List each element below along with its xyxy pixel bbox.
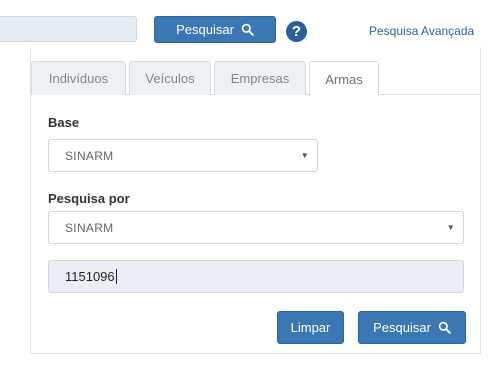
top-search-field[interactable]: [0, 16, 137, 42]
tab-armas-label: Armas: [325, 71, 363, 87]
tab-empresas-label: Empresas: [230, 71, 290, 86]
clear-button-label: Limpar: [290, 320, 331, 335]
top-search-button[interactable]: Pesquisar: [154, 16, 276, 43]
search-icon: [241, 23, 254, 36]
clear-button[interactable]: Limpar: [277, 311, 344, 344]
search-button-label: Pesquisar: [373, 320, 431, 335]
chevron-down-icon: ▼: [446, 223, 455, 232]
search-by-select-value: SINARM: [65, 220, 114, 235]
search-by-select[interactable]: SINARM ▼: [48, 211, 464, 244]
search-by-label: Pesquisa por: [48, 191, 130, 206]
text-caret: [115, 269, 117, 284]
base-label: Base: [48, 115, 80, 130]
search-icon: [438, 321, 451, 334]
tab-veiculos-label: Veículos: [145, 71, 195, 86]
query-input[interactable]: 1151096: [48, 260, 464, 293]
base-select[interactable]: SINARM ▼: [48, 139, 318, 172]
top-search-button-label: Pesquisar: [176, 22, 234, 37]
tab-individuos-label: Indivíduos: [48, 71, 109, 86]
search-button[interactable]: Pesquisar: [358, 311, 466, 344]
query-input-value: 1151096: [65, 269, 115, 284]
search-panel: Indivíduos Veículos Empresas Armas Base …: [30, 47, 481, 354]
question-circle-icon[interactable]: ?: [286, 21, 307, 42]
page: Pesquisar ? Pesquisa Avançada Indivíduos…: [0, 0, 489, 367]
advanced-search-link[interactable]: Pesquisa Avançada: [369, 24, 474, 38]
base-select-value: SINARM: [65, 148, 114, 163]
tab-individuos[interactable]: Indivíduos: [31, 61, 126, 95]
tab-veiculos[interactable]: Veículos: [129, 61, 211, 95]
tab-armas[interactable]: Armas: [309, 61, 379, 96]
chevron-down-icon: ▼: [300, 151, 309, 160]
tab-empresas[interactable]: Empresas: [214, 61, 306, 95]
